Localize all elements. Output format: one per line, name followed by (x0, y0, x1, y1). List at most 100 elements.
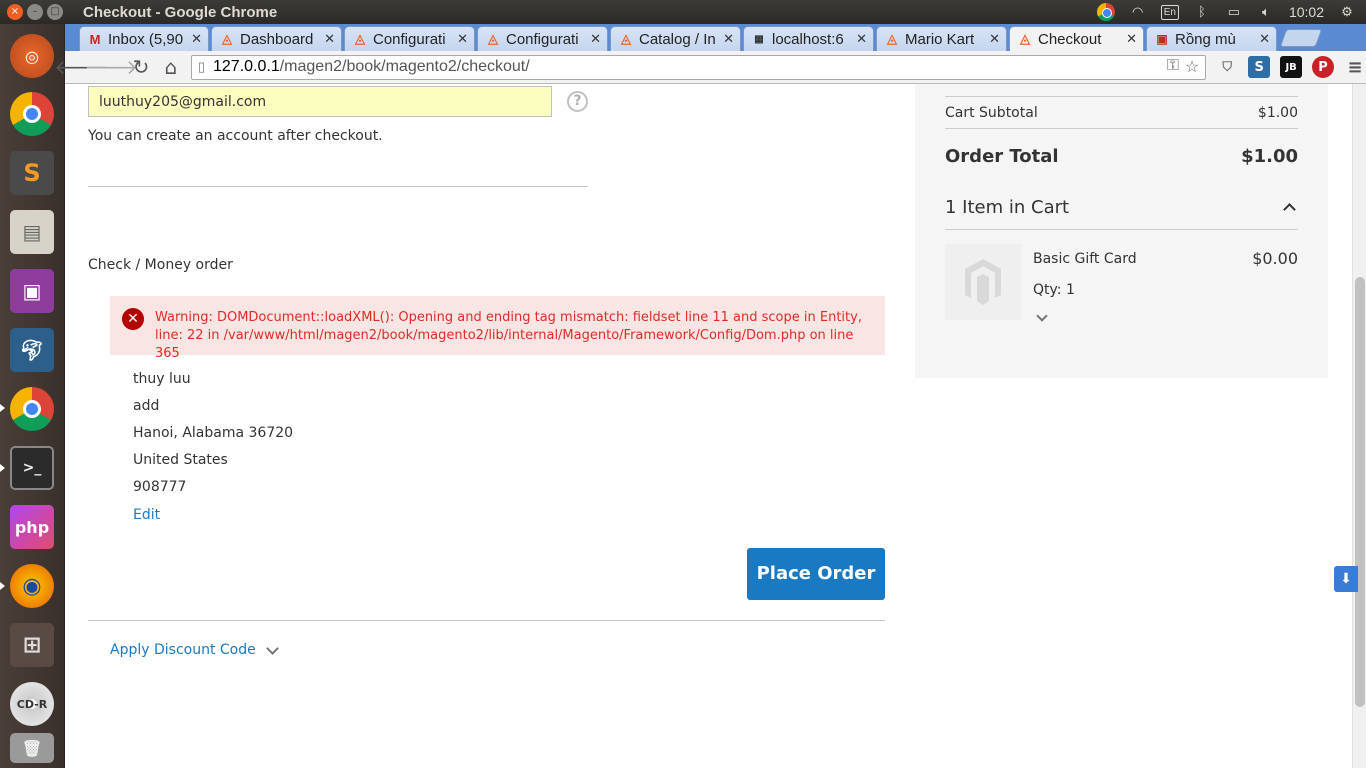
magento-icon: ◬ (1020, 31, 1030, 46)
tab-gmail-inbox[interactable]: M Inbox (5,90 ✕ (79, 26, 209, 51)
address-name: thuy luu (133, 371, 191, 387)
forward-button[interactable]: 🡒 (84, 53, 138, 81)
tab-close-icon[interactable]: ✕ (191, 31, 202, 47)
launcher-sublime-text[interactable]: S (6, 147, 58, 199)
order-summary: Cart Subtotal $1.00 Order Total $1.00 1 … (915, 84, 1328, 378)
settings-gear-icon[interactable]: ⚙︎ (1338, 5, 1356, 19)
order-total-label: Order Total (945, 146, 1059, 167)
page-info-icon[interactable]: ▯ (198, 59, 205, 75)
launcher-chrome-2[interactable] (6, 383, 58, 435)
chrome-menu-icon[interactable]: ≡ (1344, 56, 1366, 78)
tab-mario-kart[interactable]: ◬ Mario Kart ✕ (876, 26, 1007, 51)
launcher-workspace-grid[interactable]: ⊞ (6, 619, 58, 671)
tab-rong-mu[interactable]: ▣ Rồng mù ✕ (1146, 26, 1277, 51)
magento-icon: ◬ (887, 31, 897, 46)
battery-icon[interactable]: ▭ (1225, 5, 1243, 19)
divider (945, 229, 1298, 230)
new-tab-button[interactable] (1279, 29, 1323, 47)
place-order-button[interactable]: Place Order (747, 548, 885, 600)
dolphin-icon: 🐬︎ (10, 328, 54, 372)
scrollbar-thumb[interactable] (1355, 277, 1365, 707)
key-icon[interactable]: ⚿ (1167, 57, 1179, 77)
launcher-ubuntu-home[interactable]: ◎ (6, 30, 58, 82)
window-close-button[interactable]: × (7, 4, 23, 20)
keyboard-layout-indicator[interactable]: En (1160, 4, 1179, 20)
tab-close-icon[interactable]: ✕ (590, 31, 601, 47)
address-bar[interactable]: ▯ 127.0.0.1/magen2/book/magento2/checkou… (190, 54, 1207, 80)
launcher-terminal[interactable]: >_ (6, 442, 58, 494)
gmail-icon: M (89, 31, 101, 47)
tab-configuration-1[interactable]: ◬ Configurati ✕ (344, 26, 475, 51)
chevron-down-icon (265, 641, 279, 655)
chevron-up-icon[interactable] (1283, 203, 1296, 216)
chrome-icon (10, 92, 54, 136)
tab-configuration-2[interactable]: ◬ Configurati ✕ (477, 26, 608, 51)
address-country: United States (133, 452, 228, 468)
email-field[interactable] (88, 86, 552, 117)
cart-subtotal-value: $1.00 (1257, 105, 1298, 121)
phpmyadmin-icon: ▦ (754, 33, 764, 45)
payment-method-title: Check / Money order (88, 257, 233, 273)
tab-dashboard[interactable]: ◬ Dashboard ✕ (211, 26, 342, 51)
system-tray: ◠ En ᛒ ▭ 🔈︎ 10:02 ⚙︎ (1096, 3, 1366, 21)
tab-close-icon[interactable]: ✕ (457, 31, 468, 47)
error-x-icon: ✕ (122, 308, 144, 330)
address-street: add (133, 398, 160, 414)
tab-close-icon[interactable]: ✕ (723, 31, 734, 47)
launcher-phpstorm[interactable]: php (6, 501, 58, 553)
cd-disc-icon: CD-R (10, 682, 54, 726)
wifi-icon[interactable]: ◠ (1129, 5, 1147, 19)
magento-placeholder-icon (965, 259, 1001, 305)
magento-icon: ◬ (355, 31, 365, 46)
home-button[interactable]: ⌂ (157, 53, 185, 81)
jetbrains-extension-icon[interactable]: JB (1280, 56, 1303, 78)
window-title: Checkout - Google Chrome (83, 3, 278, 21)
tab-close-icon[interactable]: ✕ (989, 31, 1000, 47)
clock[interactable]: 10:02 (1289, 4, 1324, 20)
tab-close-icon[interactable]: ✕ (324, 31, 335, 47)
help-question-icon[interactable]: ? (567, 91, 588, 112)
launcher-trash[interactable]: 🗑︎ (6, 730, 58, 766)
browser-toolbar: 🡐 🡒 ↻ ⌂ ▯ 127.0.0.1/magen2/book/magento2… (54, 51, 1366, 84)
divider (945, 128, 1298, 129)
order-total-value: $1.00 (1241, 146, 1298, 167)
address-phone: 908777 (133, 479, 187, 495)
tab-close-icon[interactable]: ✕ (1259, 31, 1270, 47)
reload-button[interactable]: ↻ (127, 53, 155, 81)
magento-icon: ◬ (488, 31, 498, 46)
launcher-mysql-workbench[interactable]: 🐬︎ (6, 324, 58, 376)
chrome-tray-icon[interactable] (1096, 3, 1115, 21)
tab-checkout[interactable]: ◬ Checkout ✕ (1009, 26, 1144, 51)
volume-icon[interactable]: 🔈︎ (1257, 5, 1275, 19)
launcher-cd-r[interactable]: CD-R (6, 678, 58, 730)
edit-address-link[interactable]: Edit (133, 507, 160, 523)
workspace-grid-icon: ⊞ (10, 623, 54, 667)
file-cabinet-icon: ▤ (10, 210, 54, 254)
checkout-page: ? You can create an account after checko… (65, 84, 1352, 768)
items-in-cart-toggle[interactable]: 1 Item in Cart (945, 197, 1069, 218)
chevron-down-icon[interactable] (1036, 310, 1048, 322)
launcher-chrome[interactable] (6, 88, 58, 140)
launcher-files[interactable]: ▤ (6, 206, 58, 258)
scroll-down-arrow-icon[interactable]: ⬇ (1334, 566, 1358, 592)
pinterest-extension-icon[interactable]: P (1312, 56, 1335, 78)
shield-extension-icon[interactable]: ⛉ (1216, 56, 1238, 78)
window-minimize-button[interactable]: – (27, 4, 43, 20)
trash-icon: 🗑︎ (10, 733, 54, 763)
apply-discount-toggle[interactable]: Apply Discount Code (110, 641, 279, 658)
launcher-firefox[interactable]: ◉ (6, 560, 58, 612)
s-extension-icon[interactable]: S (1248, 56, 1271, 78)
window-maximize-button[interactable]: □ (47, 4, 63, 20)
bluetooth-icon[interactable]: ᛒ (1193, 5, 1211, 19)
ubuntu-logo-icon: ◎ (10, 34, 54, 78)
apply-discount-label: Apply Discount Code (110, 642, 256, 658)
page-scrollbar[interactable] (1352, 84, 1366, 768)
tab-close-icon[interactable]: ✕ (1126, 31, 1137, 47)
bookmark-star-icon[interactable]: ☆ (1185, 57, 1199, 77)
tab-close-icon[interactable]: ✕ (856, 31, 867, 47)
tab-localhost[interactable]: ▦ localhost:6 ✕ (743, 26, 874, 51)
url-host: 127.0.0.1 (213, 58, 280, 75)
tab-catalog[interactable]: ◬ Catalog / In ✕ (610, 26, 741, 51)
launcher-workspaces[interactable]: ▣ (6, 265, 58, 317)
running-indicator (0, 464, 5, 472)
